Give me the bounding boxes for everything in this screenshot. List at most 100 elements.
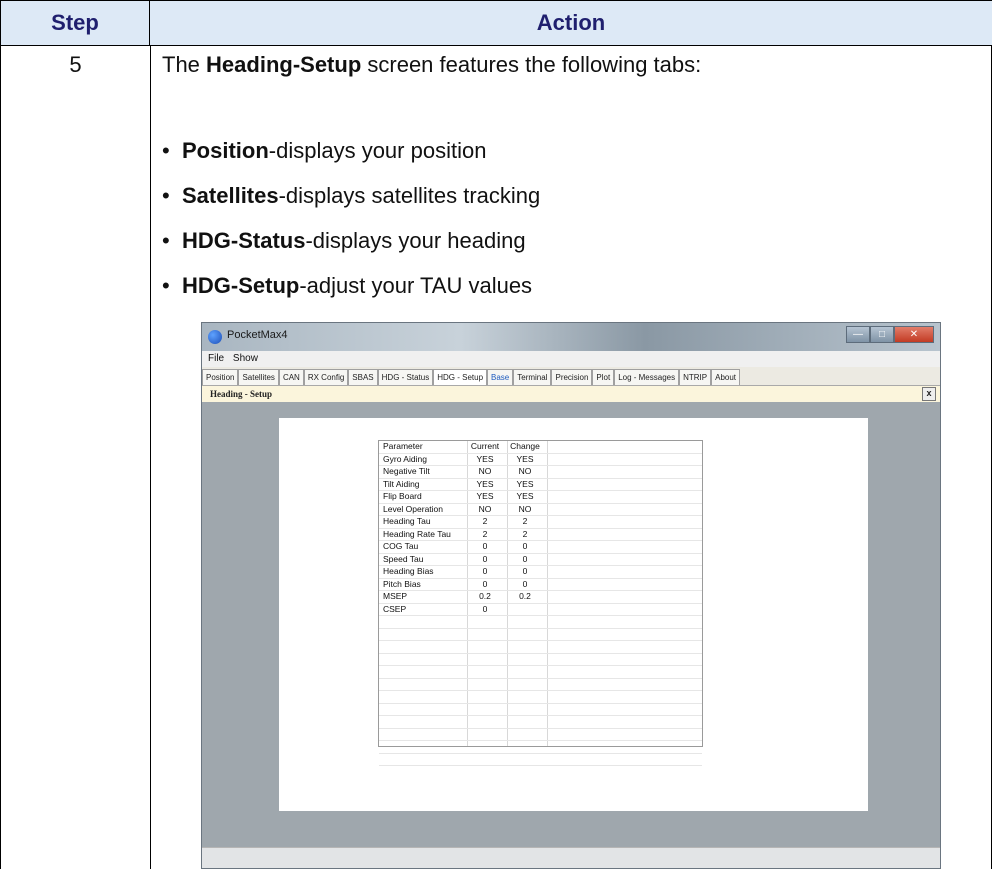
bullet-text: -displays satellites tracking (278, 183, 541, 208)
tab-terminal[interactable]: Terminal (513, 369, 552, 385)
window-titlebar: PocketMax4 — □ ✕ (202, 323, 940, 351)
grid-cell: NO (478, 466, 492, 476)
grid-cell: 0.2 (519, 591, 531, 601)
grid-row[interactable] (379, 616, 702, 629)
tab-position[interactable]: Position (202, 369, 239, 385)
bullet-item: • Satellites-displays satellites tracking (162, 183, 541, 208)
bullet-text: -adjust your TAU values (299, 273, 533, 298)
grid-row[interactable] (379, 679, 702, 691)
grid-cell: 2 (522, 516, 528, 526)
intro-bold: Heading-Setup (206, 52, 362, 77)
grid-cell: 2 (482, 528, 488, 539)
grid-cell: Speed Tau (383, 553, 424, 564)
grid-cell: Level Operation (383, 503, 444, 514)
grid-row[interactable] (379, 629, 702, 641)
grid-row[interactable]: Tilt Aiding YES YES (379, 478, 702, 491)
grid-row[interactable] (379, 704, 702, 716)
tab-strip: Position Satellites CAN RX Config SBAS HDG - … (202, 367, 940, 386)
grid-row[interactable] (379, 691, 702, 704)
tab-log-messages[interactable]: Log - Messages (614, 369, 680, 385)
bullet-text: -displays your heading (305, 228, 526, 253)
grid-row[interactable]: COG Tau 0 0 (379, 541, 702, 554)
app-logo-icon (208, 330, 222, 344)
bullet-item: • Position-displays your position (162, 138, 487, 163)
grid-row[interactable]: Negative Tilt NO NO (379, 466, 702, 479)
grid-cell: Heading Bias (383, 566, 434, 576)
grid-cell: MSEP (383, 591, 408, 601)
bullet-bold: Satellites (182, 183, 279, 208)
grid-cell: 0 (522, 553, 528, 564)
window-title: PocketMax4 (227, 329, 288, 341)
grid-cell: NO (518, 503, 532, 514)
grid-cell: YES (476, 491, 494, 501)
grid-row[interactable] (379, 666, 702, 679)
step-header: Step (1, 0, 150, 46)
grid-row[interactable]: Heading Bias 0 0 (379, 566, 702, 579)
grid-row[interactable]: Flip Board YES YES (379, 491, 702, 504)
grid-cell: Pitch Bias (383, 578, 421, 589)
grid-row[interactable] (379, 754, 702, 766)
grid-cell: 2 (522, 528, 528, 539)
grid-row[interactable]: Speed Tau 0 0 (379, 553, 702, 566)
grid-cell: 0.2 (479, 591, 491, 601)
minimize-icon[interactable]: — (846, 326, 870, 343)
grid-row[interactable]: Pitch Bias 0 0 (379, 578, 702, 591)
bullet-bold: Position (182, 138, 269, 163)
instruction-table: Step Action 5 The Heading-Setup screen f… (0, 0, 992, 869)
grid-cell: Heading Tau (383, 516, 431, 526)
tab-about[interactable]: About (711, 369, 741, 385)
grid-row[interactable]: CSEP 0 (379, 604, 702, 616)
grid-cell: 0 (522, 578, 528, 589)
panel-title: Heading - Setup (210, 389, 273, 399)
action-header: Action (150, 0, 992, 46)
grid-row[interactable]: Gyro Aiding YES YES (379, 453, 702, 466)
tab-satellites[interactable]: Satellites (238, 369, 279, 385)
tab-bullet-list: • Position-displays your position • Satell… (162, 134, 540, 314)
intro-post: screen features the following tabs: (361, 52, 702, 77)
menu-show[interactable]: Show (233, 353, 258, 364)
close-panel-icon[interactable]: x (922, 387, 936, 401)
grid-cell: COG Tau (383, 541, 419, 551)
grid-row[interactable]: Heading Tau 2 2 (379, 516, 702, 529)
grid-row[interactable] (379, 741, 702, 754)
bullet-item: • HDG-Setup-adjust your TAU values (162, 273, 533, 298)
grid-cell: 0 (522, 541, 528, 551)
grid-row[interactable]: Heading Rate Tau 2 2 (379, 528, 702, 541)
grid-cell: NO (478, 503, 492, 514)
grid-cell: 2 (482, 516, 488, 526)
bullet-item: • HDG-Status-displays your heading (162, 228, 526, 253)
tab-rx-config[interactable]: RX Config (303, 369, 349, 385)
tab-hdg-status[interactable]: HDG - Status (377, 369, 434, 385)
bullet-bold: HDG-Status (182, 228, 306, 253)
grid-cell: Flip Board (383, 491, 422, 501)
grid-row[interactable] (379, 716, 702, 729)
app-screenshot: PocketMax4 — □ ✕ File Show Position Satel… (201, 322, 941, 869)
tab-hdg-setup[interactable]: HDG - Setup (433, 369, 488, 385)
tab-plot[interactable]: Plot (592, 369, 615, 385)
grid-row[interactable]: Level Operation NO NO (379, 503, 702, 516)
maximize-icon[interactable]: □ (870, 326, 894, 343)
grid-row[interactable] (379, 641, 702, 654)
grid-header-row: Parameter Current Change (379, 441, 702, 454)
grid-row[interactable]: MSEP 0.2 0.2 (379, 591, 702, 604)
menu-file[interactable]: File (208, 353, 224, 364)
grid-cell: 0 (482, 578, 488, 589)
grid-cell: YES (516, 453, 534, 464)
grid-header-cell: Change (510, 441, 540, 451)
grid-cell: Gyro Aiding (383, 453, 427, 464)
panel-title-bar: Heading - Setup x (202, 386, 940, 402)
grid-cell: YES (476, 453, 494, 464)
tab-base[interactable]: Base (487, 369, 514, 385)
status-bar (202, 847, 940, 868)
tab-ntrip[interactable]: NTRIP (679, 369, 712, 385)
grid-row[interactable] (379, 729, 702, 741)
close-window-icon[interactable]: ✕ (894, 326, 934, 343)
grid-cell: Heading Rate Tau (383, 528, 451, 539)
grid-cell: Tilt Aiding (383, 478, 420, 489)
tab-precision[interactable]: Precision (551, 369, 593, 385)
tab-can[interactable]: CAN (278, 369, 304, 385)
grid-row[interactable] (379, 654, 702, 666)
grid-cell: Negative Tilt (383, 466, 430, 476)
tab-sbas[interactable]: SBAS (348, 369, 378, 385)
bullet-text: -displays your position (268, 138, 487, 163)
